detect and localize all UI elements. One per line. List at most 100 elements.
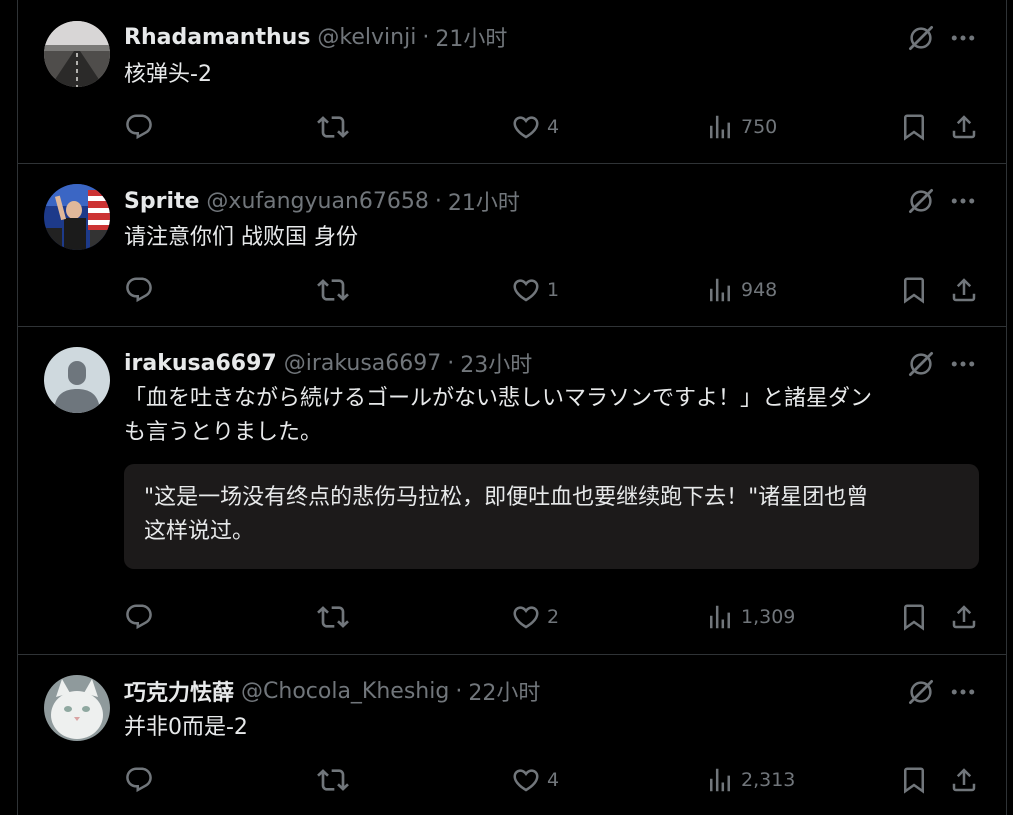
tweet-text-line: 「血を吐きながら続けるゴールがない悲しいマラソンですよ！」と諸星ダン — [124, 386, 873, 411]
retweet-icon — [317, 274, 349, 306]
grok-icon[interactable] — [906, 186, 936, 216]
more-icon[interactable] — [948, 349, 978, 379]
translation-line: 这样说过。 — [144, 519, 255, 544]
action-bar: 4 2,313 — [124, 763, 1006, 797]
bookmark-button[interactable] — [899, 600, 929, 634]
retweet-icon — [317, 764, 349, 796]
retweet-button[interactable] — [317, 600, 349, 634]
tweet-header: irakusa6697 @irakusa6697 · 23小时 — [124, 347, 986, 379]
reply-button[interactable] — [124, 600, 154, 634]
action-bar: 1 948 — [124, 273, 1006, 307]
like-button[interactable]: 2 — [511, 600, 559, 634]
reply-icon — [124, 602, 154, 632]
user-handle[interactable]: @Chocola_Kheshig — [241, 679, 449, 704]
heart-icon — [511, 275, 541, 305]
retweet-button[interactable] — [317, 273, 349, 307]
user-handle[interactable]: @kelvinji — [317, 25, 416, 50]
user-handle[interactable]: @xufangyuan67658 — [206, 189, 428, 214]
reply-icon — [124, 765, 154, 795]
share-icon — [949, 765, 979, 795]
share-button[interactable] — [949, 763, 979, 797]
bookmark-button[interactable] — [899, 763, 929, 797]
tweet-text-line: も言うとりました。 — [124, 420, 323, 445]
views-chart-icon — [705, 602, 735, 632]
like-button[interactable]: 4 — [511, 763, 559, 797]
tweet-text: 请注意你们 战败国 身份 — [124, 225, 358, 250]
tweet-card[interactable]: irakusa6697 @irakusa6697 · 23小时 「血を吐きながら… — [18, 327, 1006, 655]
reply-button[interactable] — [124, 763, 154, 797]
share-icon — [949, 602, 979, 632]
white-cat-avatar[interactable] — [44, 675, 110, 741]
separator-dot: · — [447, 350, 455, 376]
view-count: 750 — [741, 116, 778, 138]
more-icon[interactable] — [948, 23, 978, 53]
retweet-icon — [317, 111, 349, 143]
views-button[interactable]: 948 — [705, 273, 777, 307]
tweet-header: 巧克力怯薛 @Chocola_Kheshig · 22小时 — [124, 675, 986, 707]
timeline-feed: Rhadamanthus @kelvinji · 21小时 核弹头-2 4 75… — [17, 0, 1007, 815]
road-landscape-avatar[interactable] — [44, 21, 110, 87]
views-button[interactable]: 750 — [705, 110, 777, 144]
display-name[interactable]: Sprite — [124, 189, 199, 214]
grok-icon[interactable] — [906, 349, 936, 379]
more-icon[interactable] — [948, 677, 978, 707]
display-name[interactable]: irakusa6697 — [124, 351, 277, 376]
like-button[interactable]: 1 — [511, 273, 559, 307]
retweet-icon — [317, 601, 349, 633]
views-chart-icon — [705, 275, 735, 305]
tweet-text: 并非0而是-2 — [124, 715, 248, 740]
reply-icon — [124, 275, 154, 305]
tweet-text: 「血を吐きながら続けるゴールがない悲しいマラソンですよ！」と諸星ダン も言うとり… — [124, 382, 986, 450]
tweet-card[interactable]: Rhadamanthus @kelvinji · 21小时 核弹头-2 4 75… — [18, 0, 1006, 164]
tweet-card[interactable]: Sprite @xufangyuan67658 · 21小时 请注意你们 战败国… — [18, 164, 1006, 327]
reply-icon — [124, 112, 154, 142]
photo-avatar[interactable] — [44, 184, 110, 250]
heart-icon — [511, 602, 541, 632]
retweet-button[interactable] — [317, 763, 349, 797]
like-button[interactable]: 4 — [511, 110, 559, 144]
reply-button[interactable] — [124, 110, 154, 144]
view-count: 2,313 — [741, 769, 796, 791]
timestamp[interactable]: 22小时 — [468, 675, 540, 707]
action-bar: 2 1,309 — [124, 600, 1006, 634]
grok-icon[interactable] — [906, 23, 936, 53]
views-button[interactable]: 1,309 — [705, 600, 795, 634]
share-button[interactable] — [949, 110, 979, 144]
more-icon[interactable] — [948, 186, 978, 216]
heart-icon — [511, 765, 541, 795]
bookmark-icon — [899, 112, 929, 142]
default-person-avatar[interactable] — [44, 347, 110, 413]
user-handle[interactable]: @irakusa6697 — [284, 351, 442, 376]
display-name[interactable]: Rhadamanthus — [124, 25, 310, 50]
reply-button[interactable] — [124, 273, 154, 307]
view-count: 1,309 — [741, 606, 796, 628]
bookmark-button[interactable] — [899, 110, 929, 144]
separator-dot: · — [422, 24, 430, 50]
separator-dot: · — [455, 678, 463, 704]
tweet-card[interactable]: 巧克力怯薛 @Chocola_Kheshig · 22小时 并非0而是-2 4 … — [18, 655, 1006, 815]
translation-box: "这是一场没有终点的悲伤马拉松，即便吐血也要继续跑下去！"诸星团也曾 这样说过。 — [124, 464, 979, 569]
action-bar: 4 750 — [124, 110, 1006, 144]
separator-dot: · — [434, 188, 442, 214]
tweet-header: Rhadamanthus @kelvinji · 21小时 — [124, 21, 986, 53]
share-button[interactable] — [949, 273, 979, 307]
retweet-button[interactable] — [317, 110, 349, 144]
like-count: 4 — [547, 116, 560, 138]
tweet-header: Sprite @xufangyuan67658 · 21小时 — [124, 185, 986, 217]
display-name[interactable]: 巧克力怯薛 — [124, 675, 234, 707]
bookmark-icon — [899, 765, 929, 795]
heart-icon — [511, 112, 541, 142]
tweet-text: 核弹头-2 — [124, 62, 212, 87]
view-count: 948 — [741, 279, 778, 301]
timestamp[interactable]: 23小时 — [460, 347, 532, 379]
like-count: 1 — [547, 279, 560, 301]
share-icon — [949, 112, 979, 142]
timestamp[interactable]: 21小时 — [448, 185, 520, 217]
bookmark-button[interactable] — [899, 273, 929, 307]
share-icon — [949, 275, 979, 305]
views-button[interactable]: 2,313 — [705, 763, 795, 797]
grok-icon[interactable] — [906, 677, 936, 707]
bookmark-icon — [899, 602, 929, 632]
share-button[interactable] — [949, 600, 979, 634]
timestamp[interactable]: 21小时 — [435, 21, 507, 53]
